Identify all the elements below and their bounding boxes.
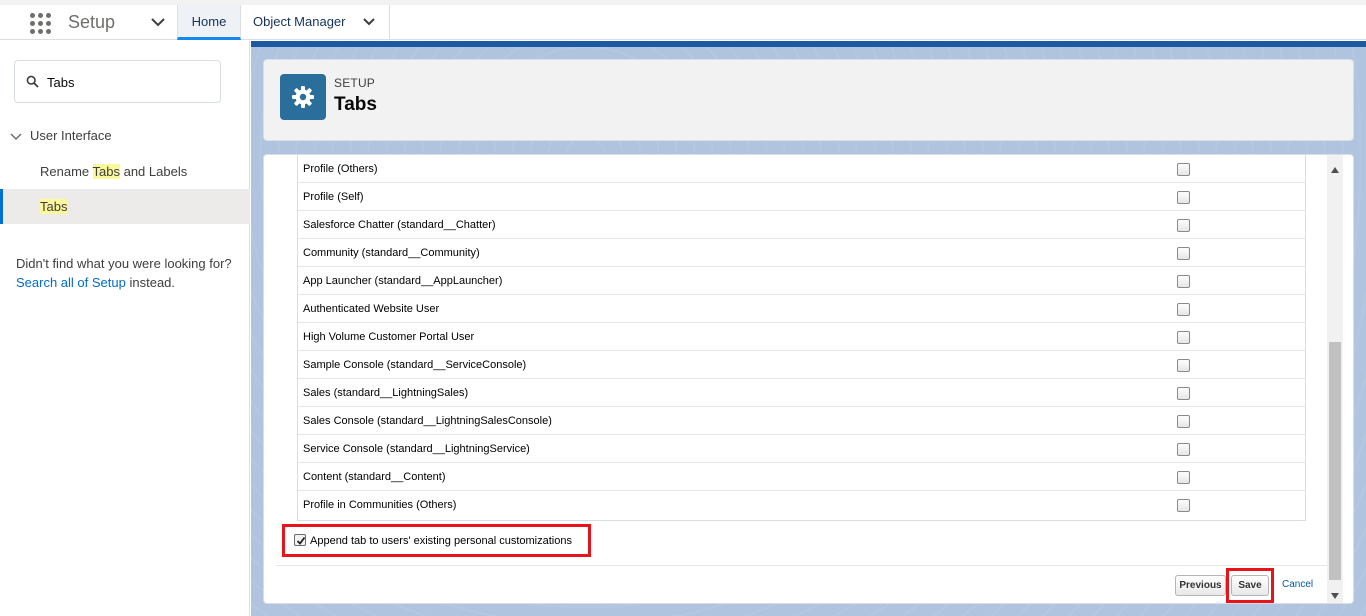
tab-name-label: Sales (standard__LightningSales) [303,387,469,399]
setup-sidebar: User Interface Rename Tabs and Labels Ta… [0,41,250,616]
tab-visibility-checkbox[interactable] [1177,247,1190,260]
tab-name-label: Content (standard__Content) [303,471,446,483]
chevron-down-icon[interactable] [150,16,166,31]
tree-node-user-interface[interactable]: User Interface [10,128,112,144]
search-highlight: Tabs [40,199,68,214]
table-row: Profile (Self) [298,183,1305,211]
tab-name-label: Community (standard__Community) [303,247,480,259]
table-row: Sample Console (standard__ServiceConsole… [298,351,1305,379]
table-row: Content (standard__Content) [298,463,1305,491]
app-name: Setup [68,12,116,32]
tab-name-label: High Volume Customer Portal User [303,331,475,343]
tab-visibility-checkbox[interactable] [1177,471,1190,484]
not-found-text: Didn't find what you were looking for? [16,256,232,271]
sidebar-item-rename-tabs-and-labels[interactable]: Rename Tabs and Labels [0,154,250,189]
chevron-down-icon[interactable] [10,129,22,144]
divider [276,565,1327,566]
chevron-down-icon[interactable] [362,16,376,31]
page-eyebrow: SETUP [334,76,376,90]
previous-button[interactable]: Previous [1175,575,1226,596]
tab-settings-panel: Profile (Others) Profile (Self) Salesforce… [276,155,1327,603]
app-launcher-icon[interactable] [30,13,51,34]
quick-find-box [14,60,221,103]
vertical-scrollbar[interactable] [1327,155,1343,603]
scrollbar-thumb[interactable] [1329,342,1341,580]
tab-visibility-checkbox[interactable] [1177,499,1190,512]
tab-name-label: App Launcher (standard__AppLauncher) [303,275,503,287]
scroll-down-icon[interactable] [1331,587,1339,602]
tab-visibility-checkbox[interactable] [1177,359,1190,372]
tab-visibility-checkbox[interactable] [1177,275,1190,288]
page-title: Tabs [334,94,377,115]
tab-visibility-checkbox[interactable] [1177,331,1190,344]
setup-gear-icon [280,74,326,120]
table-row: Profile (Others) [298,155,1305,183]
table-row: High Volume Customer Portal User [298,323,1305,351]
tree-node-label: User Interface [30,128,112,143]
search-all-setup-link[interactable]: Search all of Setup [16,275,126,290]
table-row: Salesforce Chatter (standard__Chatter) [298,211,1305,239]
table-row: Sales (standard__LightningSales) [298,379,1305,407]
tab-visibility-checkbox[interactable] [1177,219,1190,232]
main-content: SETUP Tabs Profile (Others) Profile (Self… [251,41,1366,616]
append-tab-highlight: Append tab to users' existing personal c… [282,524,591,557]
search-icon [26,75,39,91]
tab-name-label: Sales Console (standard__LightningSalesC… [303,415,552,427]
not-found-suffix: instead. [129,275,176,290]
page-header: SETUP Tabs [263,59,1354,141]
tab-name-label: Sample Console (standard__ServiceConsole… [303,359,527,371]
tab-name-label: Authenticated Website User [303,303,440,315]
tab-visibility-checkbox[interactable] [1177,163,1190,176]
table-row: Authenticated Website User [298,295,1305,323]
tab-home[interactable]: Home [177,5,241,40]
table-row: Sales Console (standard__LightningSalesC… [298,407,1305,435]
tab-name-label: Salesforce Chatter (standard__Chatter) [303,219,496,231]
tab-visibility-checkbox[interactable] [1177,443,1190,456]
sidebar-item-tabs[interactable]: Tabs [0,189,250,224]
table-row: Profile in Communities (Others) [298,491,1305,519]
table-row: App Launcher (standard__AppLauncher) [298,267,1305,295]
tab-name-label: Profile (Self) [303,191,364,203]
tab-name-label: Profile in Communities (Others) [303,499,457,511]
tab-visibility-table: Profile (Others) Profile (Self) Salesforce… [297,155,1306,521]
sidebar-item-text: and Labels [119,164,188,179]
tab-name-label: Service Console (standard__LightningServ… [303,443,530,455]
table-row: Service Console (standard__LightningServ… [298,435,1305,463]
not-found-message: Didn't find what you were looking for? S… [16,254,236,292]
append-tab-label: Append tab to users' existing personal c… [310,535,572,547]
sidebar-item-text: Rename [40,164,93,179]
append-tab-checkbox[interactable] [294,534,306,546]
tab-visibility-checkbox[interactable] [1177,191,1190,204]
cancel-link[interactable]: Cancel [1282,579,1313,590]
table-row: Community (standard__Community) [298,239,1305,267]
quick-find-input[interactable] [47,71,212,93]
tab-visibility-checkbox[interactable] [1177,387,1190,400]
scroll-up-icon[interactable] [1331,161,1339,176]
header-band [251,41,1366,47]
search-highlight: Tabs [92,164,120,179]
tab-visibility-checkbox[interactable] [1177,415,1190,428]
tab-name-label: Profile (Others) [303,163,378,175]
global-header: Setup Home Object Manager [0,0,1366,40]
save-button[interactable]: Save [1231,575,1269,596]
content-card: Profile (Others) Profile (Self) Salesforce… [263,154,1354,604]
tab-visibility-checkbox[interactable] [1177,303,1190,316]
tab-object-manager-label: Object Manager [253,14,346,29]
